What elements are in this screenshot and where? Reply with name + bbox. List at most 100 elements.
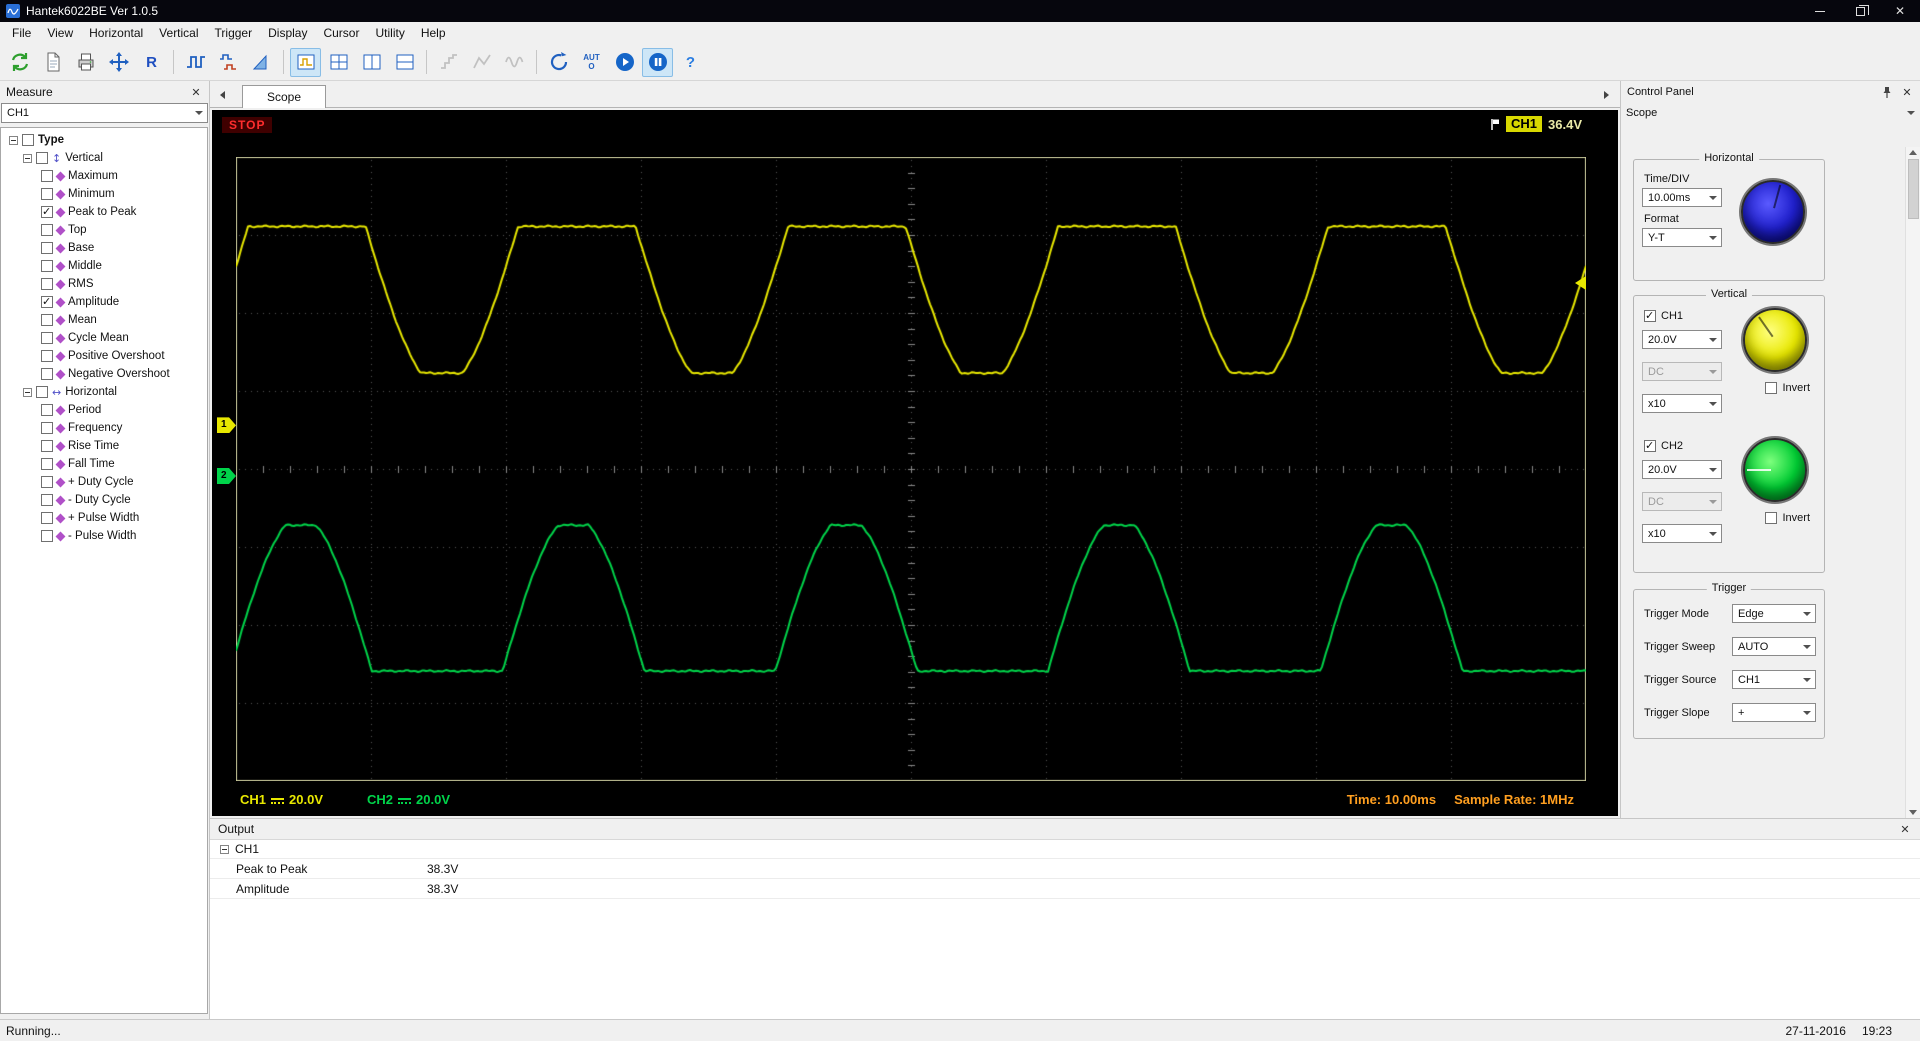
collapse-icon[interactable] bbox=[220, 844, 229, 854]
measure-item-checkbox[interactable] bbox=[41, 205, 53, 218]
tree-node-horizontal[interactable]: ↔ Horizontal bbox=[1, 383, 207, 401]
horizontal-split-button[interactable] bbox=[389, 48, 420, 77]
format-combo[interactable]: Y-T bbox=[1642, 228, 1722, 247]
measure-item[interactable]: Positive Overshoot bbox=[1, 347, 207, 365]
ch2-zero-marker[interactable]: 2 bbox=[217, 468, 236, 485]
scrollbar-thumb[interactable] bbox=[1907, 159, 1919, 219]
measure-item-checkbox[interactable] bbox=[41, 278, 53, 290]
scroll-up-icon[interactable] bbox=[1909, 150, 1917, 155]
control-panel-scrollbar[interactable] bbox=[1905, 147, 1920, 818]
ch2-position-knob[interactable] bbox=[1743, 438, 1807, 502]
measure-item[interactable]: + Pulse Width bbox=[1, 509, 207, 527]
dual-wave-button[interactable] bbox=[213, 48, 244, 77]
output-group-row[interactable]: CH1 bbox=[210, 840, 1920, 859]
vertical-group-checkbox[interactable] bbox=[36, 152, 48, 164]
measure-item-checkbox[interactable] bbox=[41, 368, 53, 380]
measure-item-checkbox[interactable] bbox=[41, 224, 53, 236]
collapse-icon[interactable] bbox=[9, 135, 18, 145]
close-button[interactable]: ✕ bbox=[1880, 0, 1920, 22]
measure-item[interactable]: - Duty Cycle bbox=[1, 491, 207, 509]
trigger-setting-combo[interactable]: AUTO bbox=[1732, 637, 1816, 656]
measure-item-checkbox[interactable] bbox=[41, 295, 53, 308]
measure-item[interactable]: Negative Overshoot bbox=[1, 365, 207, 383]
linear-interpolation-button[interactable] bbox=[466, 48, 497, 77]
control-panel-close-icon[interactable]: ✕ bbox=[1900, 86, 1914, 99]
ch2-coupling-combo[interactable]: DC bbox=[1642, 492, 1722, 511]
trigger-setting-combo[interactable]: + bbox=[1732, 703, 1816, 722]
measure-item[interactable]: Base bbox=[1, 239, 207, 257]
measure-item[interactable]: Peak to Peak bbox=[1, 203, 207, 221]
scroll-down-icon[interactable] bbox=[1909, 810, 1917, 815]
minimize-button[interactable] bbox=[1800, 0, 1840, 22]
ch2-enable-checkbox[interactable] bbox=[1644, 439, 1656, 452]
measure-item[interactable]: Amplitude bbox=[1, 293, 207, 311]
refresh-button[interactable] bbox=[543, 48, 574, 77]
horizontal-group-checkbox[interactable] bbox=[36, 386, 48, 398]
ch2-volts-combo[interactable]: 20.0V bbox=[1642, 460, 1722, 479]
measure-item[interactable]: RMS bbox=[1, 275, 207, 293]
ch1-invert-checkbox[interactable] bbox=[1765, 382, 1778, 394]
tree-node-type[interactable]: Type bbox=[1, 131, 207, 149]
measure-item-checkbox[interactable] bbox=[41, 314, 53, 326]
measure-item-checkbox[interactable] bbox=[41, 404, 53, 416]
output-close-icon[interactable]: ✕ bbox=[1898, 823, 1912, 836]
connect-button[interactable] bbox=[4, 48, 35, 77]
menu-item[interactable]: Trigger bbox=[207, 23, 261, 43]
menu-item[interactable]: Vertical bbox=[151, 23, 206, 43]
trigger-setting-combo[interactable]: CH1 bbox=[1732, 670, 1816, 689]
measure-item[interactable]: Middle bbox=[1, 257, 207, 275]
tab-scroll-left-button[interactable] bbox=[214, 86, 230, 104]
measure-item[interactable]: Period bbox=[1, 401, 207, 419]
measure-item-checkbox[interactable] bbox=[41, 332, 53, 344]
pan-button[interactable] bbox=[103, 48, 134, 77]
menu-item[interactable]: Utility bbox=[367, 23, 412, 43]
menu-item[interactable]: Display bbox=[260, 23, 315, 43]
new-file-button[interactable] bbox=[37, 48, 68, 77]
measure-channel-combo[interactable]: CH1 bbox=[1, 103, 208, 123]
print-button[interactable] bbox=[70, 48, 101, 77]
measure-item-checkbox[interactable] bbox=[41, 188, 53, 200]
measure-item[interactable]: - Pulse Width bbox=[1, 527, 207, 545]
menu-item[interactable]: Help bbox=[413, 23, 454, 43]
single-window-button[interactable] bbox=[290, 47, 321, 77]
measure-item[interactable]: Cycle Mean bbox=[1, 329, 207, 347]
measure-item-checkbox[interactable] bbox=[41, 422, 53, 434]
collapse-icon[interactable] bbox=[23, 153, 32, 163]
measure-item-checkbox[interactable] bbox=[41, 170, 53, 182]
menu-item[interactable]: View bbox=[39, 23, 81, 43]
run-button[interactable] bbox=[609, 48, 640, 77]
menu-item[interactable]: Cursor bbox=[315, 23, 367, 43]
vertical-split-button[interactable] bbox=[356, 48, 387, 77]
trigger-setting-combo[interactable]: Edge bbox=[1732, 604, 1816, 623]
measure-close-icon[interactable]: ✕ bbox=[189, 86, 203, 99]
measure-item[interactable]: Frequency bbox=[1, 419, 207, 437]
measure-item-checkbox[interactable] bbox=[41, 260, 53, 272]
horizontal-position-knob[interactable] bbox=[1741, 179, 1805, 244]
measure-item[interactable]: Mean bbox=[1, 311, 207, 329]
ch1-coupling-combo[interactable]: DC bbox=[1642, 362, 1722, 381]
measure-item-checkbox[interactable] bbox=[41, 476, 53, 488]
pause-button[interactable] bbox=[642, 47, 673, 77]
help-button[interactable]: ? bbox=[675, 48, 706, 77]
step-interpolation-button[interactable] bbox=[433, 48, 464, 77]
collapse-icon[interactable] bbox=[23, 387, 32, 397]
menu-item[interactable]: Horizontal bbox=[81, 23, 151, 43]
ramp-wave-button[interactable] bbox=[246, 48, 277, 77]
panel-mode-combo[interactable]: Scope bbox=[1621, 103, 1920, 123]
quad-window-button[interactable] bbox=[323, 48, 354, 77]
tab-scroll-right-button[interactable] bbox=[1598, 86, 1614, 104]
measure-item[interactable]: Top bbox=[1, 221, 207, 239]
maximize-button[interactable] bbox=[1840, 0, 1880, 22]
measure-item-checkbox[interactable] bbox=[41, 512, 53, 524]
ch1-zero-marker[interactable]: 1 bbox=[217, 417, 236, 434]
ch1-enable-checkbox[interactable] bbox=[1644, 309, 1656, 322]
timediv-combo[interactable]: 10.00ms bbox=[1642, 188, 1722, 207]
measure-item-checkbox[interactable] bbox=[41, 494, 53, 506]
type-checkbox[interactable] bbox=[22, 134, 34, 146]
trigger-level-marker[interactable] bbox=[1575, 276, 1586, 291]
measure-item[interactable]: + Duty Cycle bbox=[1, 473, 207, 491]
measure-item-checkbox[interactable] bbox=[41, 350, 53, 362]
tree-node-vertical[interactable]: ↕ Vertical bbox=[1, 149, 207, 167]
pin-icon[interactable] bbox=[1882, 86, 1892, 99]
measure-item[interactable]: Fall Time bbox=[1, 455, 207, 473]
